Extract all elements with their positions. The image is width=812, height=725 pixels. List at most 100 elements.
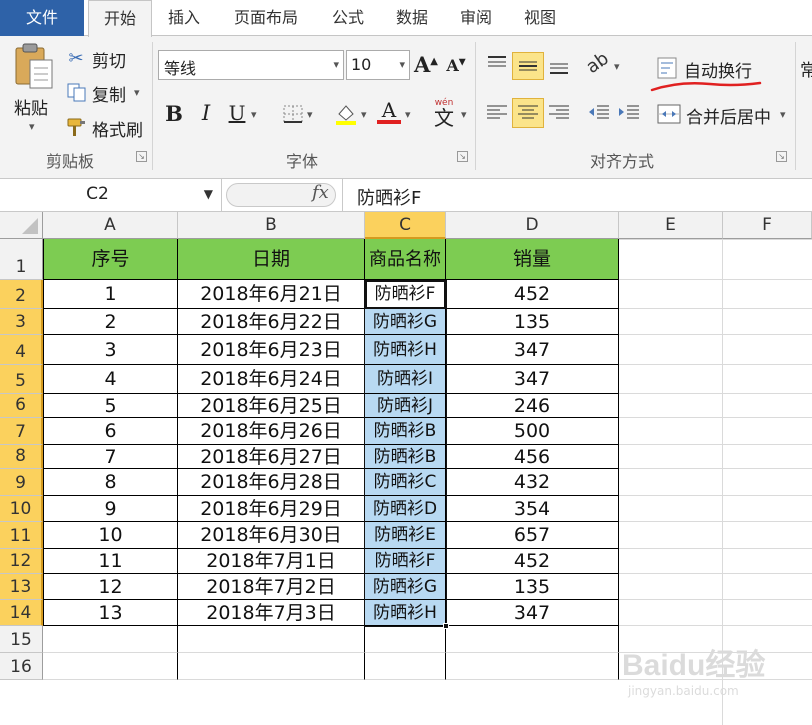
cell-product[interactable]: 防晒衫B bbox=[365, 418, 446, 445]
tab-view[interactable]: 视图 bbox=[512, 0, 568, 36]
cell-index[interactable]: 12 bbox=[43, 574, 178, 600]
paste-dropdown-icon[interactable]: ▾ bbox=[29, 120, 35, 133]
name-box[interactable]: C2 ▼ bbox=[0, 179, 222, 211]
column-header-e[interactable]: E bbox=[619, 212, 723, 239]
fx-icon[interactable]: fx bbox=[312, 182, 329, 203]
copy-dropdown-icon[interactable]: ▾ bbox=[134, 86, 140, 99]
row-header[interactable]: 9 bbox=[0, 469, 43, 496]
tab-file[interactable]: 文件 bbox=[0, 0, 84, 36]
column-header-c[interactable]: C bbox=[365, 212, 446, 239]
cell-sales[interactable]: 347 bbox=[446, 365, 619, 394]
cell-index[interactable]: 5 bbox=[43, 394, 178, 418]
row-header[interactable]: 7 bbox=[0, 418, 43, 445]
row-header[interactable]: 5 bbox=[0, 365, 43, 394]
cell-date[interactable]: 2018年6月28日 bbox=[178, 469, 365, 496]
cell-product[interactable]: 防晒衫I bbox=[365, 365, 446, 394]
paste-button[interactable]: 粘贴 bbox=[14, 94, 48, 119]
fill-color-icon[interactable] bbox=[334, 102, 358, 126]
column-header-b[interactable]: B bbox=[178, 212, 365, 239]
empty-cell[interactable] bbox=[446, 653, 619, 680]
font-name-dropdown-icon[interactable]: ▾ bbox=[333, 58, 339, 71]
active-cell[interactable]: 防晒衫F bbox=[365, 280, 446, 309]
cell-date[interactable]: 2018年6月22日 bbox=[178, 309, 365, 335]
italic-button[interactable]: I bbox=[195, 101, 217, 125]
row-header[interactable]: 4 bbox=[0, 335, 43, 365]
cell-date[interactable]: 2018年6月30日 bbox=[178, 522, 365, 549]
tab-data[interactable]: 数据 bbox=[384, 0, 440, 36]
grow-font-icon[interactable]: A▲ bbox=[414, 52, 438, 80]
cell-product[interactable]: 防晒衫F bbox=[365, 549, 446, 574]
empty-cell[interactable] bbox=[446, 626, 619, 653]
border-icon[interactable] bbox=[282, 104, 304, 124]
row-header[interactable]: 16 bbox=[0, 653, 43, 680]
tab-formulas[interactable]: 公式 bbox=[320, 0, 376, 36]
border-dropdown-icon[interactable]: ▾ bbox=[307, 108, 313, 121]
font-name-select[interactable]: 等线 ▾ bbox=[158, 50, 344, 80]
cell-index[interactable]: 6 bbox=[43, 418, 178, 445]
cell-sales[interactable]: 452 bbox=[446, 280, 619, 309]
cell-product[interactable]: 防晒衫B bbox=[365, 445, 446, 469]
empty-cell[interactable] bbox=[365, 626, 446, 653]
cell-date[interactable]: 2018年6月26日 bbox=[178, 418, 365, 445]
cell-date[interactable]: 2018年6月23日 bbox=[178, 335, 365, 365]
empty-cell[interactable] bbox=[178, 626, 365, 653]
cell-sales[interactable]: 500 bbox=[446, 418, 619, 445]
column-header-d[interactable]: D bbox=[446, 212, 619, 239]
cell-product[interactable]: 防晒衫J bbox=[365, 394, 446, 418]
header-index[interactable]: 序号 bbox=[43, 239, 178, 280]
header-product[interactable]: 商品名称 bbox=[365, 239, 446, 280]
increase-indent-icon[interactable] bbox=[616, 100, 642, 126]
align-left-icon[interactable] bbox=[484, 100, 510, 126]
font-size-select[interactable]: 10 ▾ bbox=[346, 50, 410, 80]
cell-product[interactable]: 防晒衫G bbox=[365, 574, 446, 600]
row-header[interactable]: 6 bbox=[0, 394, 43, 418]
cell-date[interactable]: 2018年7月1日 bbox=[178, 549, 365, 574]
cell-sales[interactable]: 456 bbox=[446, 445, 619, 469]
cell-date[interactable]: 2018年6月24日 bbox=[178, 365, 365, 394]
cell-index[interactable]: 1 bbox=[43, 280, 178, 309]
name-box-dropdown-icon[interactable]: ▼ bbox=[204, 187, 213, 201]
cell-index[interactable]: 9 bbox=[43, 496, 178, 522]
row-header[interactable]: 14 bbox=[0, 600, 43, 626]
row-header[interactable]: 1 bbox=[0, 239, 43, 280]
row-header[interactable]: 2 bbox=[0, 280, 43, 309]
align-top-icon[interactable] bbox=[484, 52, 510, 78]
cell-sales[interactable]: 347 bbox=[446, 335, 619, 365]
align-bottom-icon[interactable] bbox=[546, 52, 572, 78]
alignment-launcher-icon[interactable]: ↘ bbox=[776, 151, 787, 162]
fill-color-dropdown-icon[interactable]: ▾ bbox=[361, 108, 367, 121]
phonetic-icon[interactable]: wén 文 bbox=[430, 98, 458, 128]
cell-date[interactable]: 2018年7月2日 bbox=[178, 574, 365, 600]
row-header[interactable]: 11 bbox=[0, 522, 43, 549]
empty-cell[interactable] bbox=[43, 626, 178, 653]
orientation-dropdown-icon[interactable]: ▾ bbox=[614, 60, 620, 73]
empty-cell[interactable] bbox=[178, 653, 365, 680]
cell-index[interactable]: 2 bbox=[43, 309, 178, 335]
cell-product[interactable]: 防晒衫E bbox=[365, 522, 446, 549]
shrink-font-icon[interactable]: A▼ bbox=[444, 56, 468, 80]
cell-sales[interactable]: 657 bbox=[446, 522, 619, 549]
tab-review[interactable]: 审阅 bbox=[448, 0, 504, 36]
column-header-f[interactable]: F bbox=[723, 212, 812, 239]
cell-date[interactable]: 2018年6月25日 bbox=[178, 394, 365, 418]
row-header[interactable]: 15 bbox=[0, 626, 43, 653]
cell-index[interactable]: 3 bbox=[43, 335, 178, 365]
copy-button[interactable]: 复制 bbox=[92, 81, 126, 106]
cell-product[interactable]: 防晒衫H bbox=[365, 335, 446, 365]
row-header[interactable]: 12 bbox=[0, 549, 43, 574]
column-header-a[interactable]: A bbox=[43, 212, 178, 239]
cell-product[interactable]: 防晒衫D bbox=[365, 496, 446, 522]
underline-dropdown-icon[interactable]: ▾ bbox=[251, 108, 257, 121]
cell-sales[interactable]: 135 bbox=[446, 574, 619, 600]
cell-index[interactable]: 13 bbox=[43, 600, 178, 626]
fill-handle[interactable] bbox=[443, 623, 449, 629]
cell-index[interactable]: 4 bbox=[43, 365, 178, 394]
row-header[interactable]: 8 bbox=[0, 445, 43, 469]
row-header[interactable]: 3 bbox=[0, 309, 43, 335]
align-center-icon[interactable] bbox=[512, 98, 544, 128]
font-launcher-icon[interactable]: ↘ bbox=[457, 151, 468, 162]
tab-insert[interactable]: 插入 bbox=[156, 0, 212, 36]
cell-date[interactable]: 2018年6月27日 bbox=[178, 445, 365, 469]
header-date[interactable]: 日期 bbox=[178, 239, 365, 280]
font-color-dropdown-icon[interactable]: ▾ bbox=[405, 108, 411, 121]
